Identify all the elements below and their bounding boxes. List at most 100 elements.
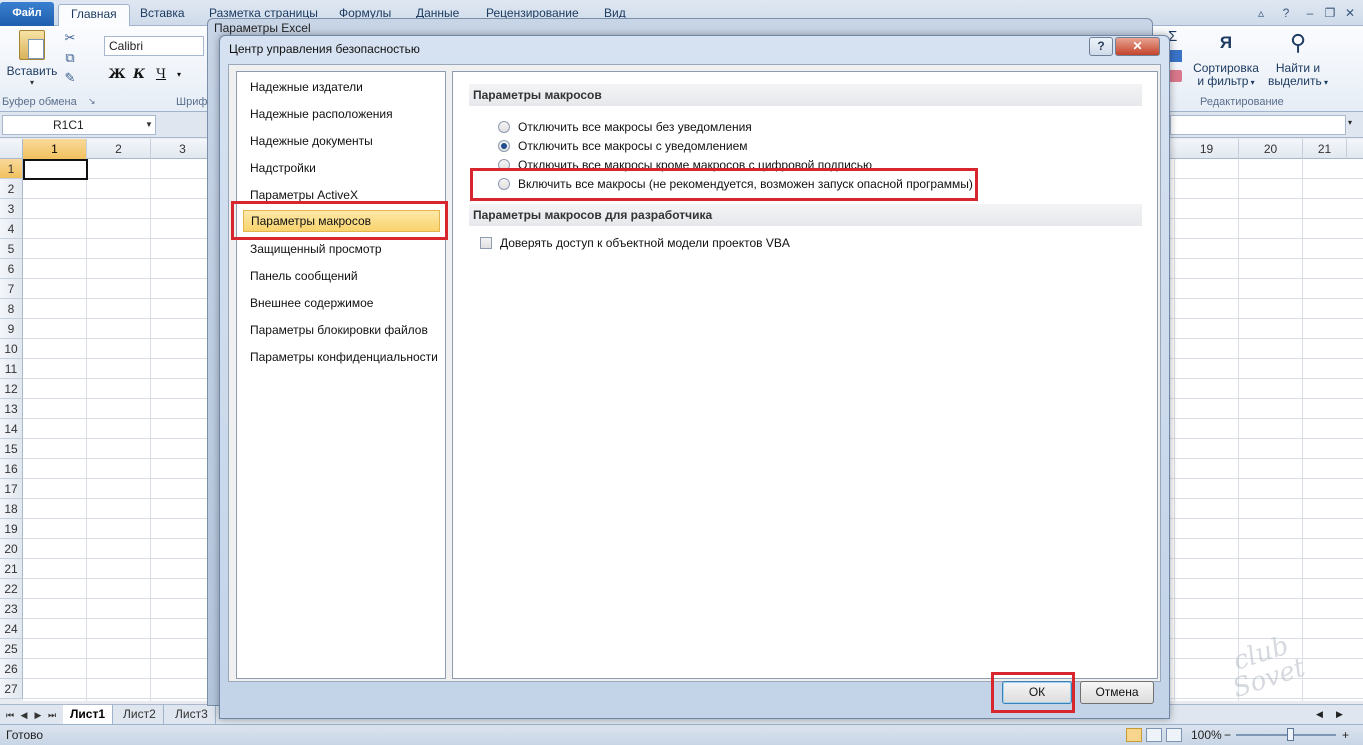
last-sheet-icon[interactable]: ⏭: [46, 707, 58, 723]
sort-filter-icon: Я: [1219, 33, 1233, 52]
row-header[interactable]: 25: [0, 639, 23, 659]
close-button[interactable]: ✕: [1115, 37, 1160, 56]
paste-button[interactable]: Вставить ▾: [6, 28, 58, 90]
row-header[interactable]: 15: [0, 439, 23, 459]
sort-filter-button[interactable]: Я Сортировка и фильтр ▾: [1192, 28, 1260, 89]
sheet-tab[interactable]: Лист2: [116, 705, 164, 724]
column-header[interactable]: 20: [1239, 139, 1303, 159]
nav-item[interactable]: Надстройки: [243, 157, 440, 179]
row-header[interactable]: 4: [0, 219, 23, 239]
row-header[interactable]: 14: [0, 419, 23, 439]
zoom-level[interactable]: 100%: [1191, 725, 1222, 745]
row-header[interactable]: 19: [0, 519, 23, 539]
close-icon[interactable]: ✕: [1341, 4, 1359, 22]
row-header[interactable]: 1: [0, 159, 23, 179]
row-header[interactable]: 24: [0, 619, 23, 639]
formula-input[interactable]: [1170, 115, 1346, 135]
underline-button[interactable]: Ч: [152, 66, 170, 84]
page-layout-view-icon[interactable]: [1146, 728, 1162, 742]
tab-file[interactable]: Файл: [0, 2, 54, 26]
tab-insert[interactable]: Вставка: [128, 4, 197, 26]
nav-item[interactable]: Параметры блокировки файлов: [243, 319, 440, 341]
cancel-button[interactable]: Отмена: [1080, 681, 1154, 704]
row-header[interactable]: 27: [0, 679, 23, 699]
prev-sheet-icon[interactable]: ◀: [18, 707, 30, 723]
zoom-in-icon[interactable]: +: [1342, 725, 1349, 745]
name-box[interactable]: R1C1: [2, 115, 156, 135]
row-header[interactable]: 23: [0, 599, 23, 619]
find-label-2: выделить: [1268, 74, 1322, 88]
font-name-box[interactable]: Calibri: [104, 36, 204, 56]
row-header[interactable]: 2: [0, 179, 23, 199]
find-select-button[interactable]: ⚲ Найти и выделить ▾: [1268, 28, 1328, 89]
select-all-corner[interactable]: [0, 139, 23, 159]
radio-button[interactable]: [498, 140, 510, 152]
row-header[interactable]: 5: [0, 239, 23, 259]
italic-button[interactable]: К: [130, 66, 148, 84]
row-header[interactable]: 3: [0, 199, 23, 219]
clear-icon[interactable]: [1168, 70, 1182, 82]
row-header[interactable]: 6: [0, 259, 23, 279]
normal-view-icon[interactable]: [1126, 728, 1142, 742]
nav-item[interactable]: Надежные издатели: [243, 76, 440, 98]
row-header[interactable]: 26: [0, 659, 23, 679]
content-panel: Параметры макросов Отключить все макросы…: [452, 71, 1158, 679]
restore-icon[interactable]: ❐: [1321, 4, 1339, 22]
row-header[interactable]: 7: [0, 279, 23, 299]
minimize-icon[interactable]: –: [1301, 4, 1319, 22]
chevron-down-icon: ▾: [1248, 78, 1255, 87]
row-header[interactable]: 16: [0, 459, 23, 479]
zoom-slider-thumb[interactable]: [1287, 728, 1294, 741]
row-header[interactable]: 12: [0, 379, 23, 399]
row-header[interactable]: 8: [0, 299, 23, 319]
fill-icon[interactable]: [1168, 50, 1182, 62]
cut-icon[interactable]: ✂: [62, 30, 78, 46]
page-break-view-icon[interactable]: [1166, 728, 1182, 742]
nav-item[interactable]: Панель сообщений: [243, 265, 440, 287]
next-sheet-icon[interactable]: ▶: [32, 707, 44, 723]
active-cell[interactable]: [23, 159, 88, 180]
scroll-left-icon[interactable]: ◀: [1316, 709, 1323, 720]
nav-item[interactable]: Защищенный просмотр: [243, 238, 440, 260]
zoom-out-icon[interactable]: −: [1224, 725, 1231, 745]
chevron-down-icon[interactable]: ▼: [142, 115, 156, 135]
chevron-down-icon[interactable]: ▾: [170, 66, 188, 84]
dialog-launcher-icon[interactable]: ↘: [88, 96, 96, 107]
nav-item[interactable]: Надежные документы: [243, 130, 440, 152]
ribbon-collapse-icon[interactable]: ▵: [1252, 4, 1270, 22]
checkbox[interactable]: [480, 237, 492, 249]
tab-home[interactable]: Главная: [58, 4, 130, 27]
nav-item[interactable]: Надежные расположения: [243, 103, 440, 125]
column-header[interactable]: 2: [87, 139, 151, 159]
help-button[interactable]: ?: [1089, 37, 1113, 56]
expand-formula-icon[interactable]: ▾: [1348, 118, 1352, 127]
radio-button[interactable]: [498, 121, 510, 133]
column-header[interactable]: 3: [151, 139, 215, 159]
scroll-right-icon[interactable]: ▶: [1336, 709, 1343, 720]
developer-section-header: Параметры макросов для разработчика: [469, 204, 1142, 226]
row-header[interactable]: 11: [0, 359, 23, 379]
format-painter-icon[interactable]: ✎: [62, 70, 78, 86]
column-header[interactable]: 19: [1175, 139, 1239, 159]
row-header[interactable]: 10: [0, 339, 23, 359]
column-header[interactable]: 1: [23, 139, 87, 159]
copy-icon[interactable]: ⧉: [62, 50, 78, 66]
chevron-down-icon: ▾: [1321, 78, 1328, 87]
zoom-slider[interactable]: [1236, 734, 1336, 736]
row-header[interactable]: 22: [0, 579, 23, 599]
row-header[interactable]: 17: [0, 479, 23, 499]
help-icon[interactable]: ?: [1277, 4, 1295, 22]
sheet-tab[interactable]: Лист3: [168, 705, 216, 724]
column-header[interactable]: 21: [1303, 139, 1347, 159]
row-header[interactable]: 13: [0, 399, 23, 419]
sheet-tab[interactable]: Лист1: [63, 705, 114, 724]
row-header[interactable]: 9: [0, 319, 23, 339]
row-header[interactable]: 18: [0, 499, 23, 519]
nav-item[interactable]: Параметры конфиденциальности: [243, 346, 440, 368]
nav-item[interactable]: Внешнее содержимое: [243, 292, 440, 314]
bold-button[interactable]: Ж: [108, 66, 126, 84]
first-sheet-icon[interactable]: ⏮: [4, 707, 16, 723]
row-header[interactable]: 20: [0, 539, 23, 559]
dialog-client: Надежные издатели Надежные расположения На…: [228, 64, 1161, 682]
row-header[interactable]: 21: [0, 559, 23, 579]
